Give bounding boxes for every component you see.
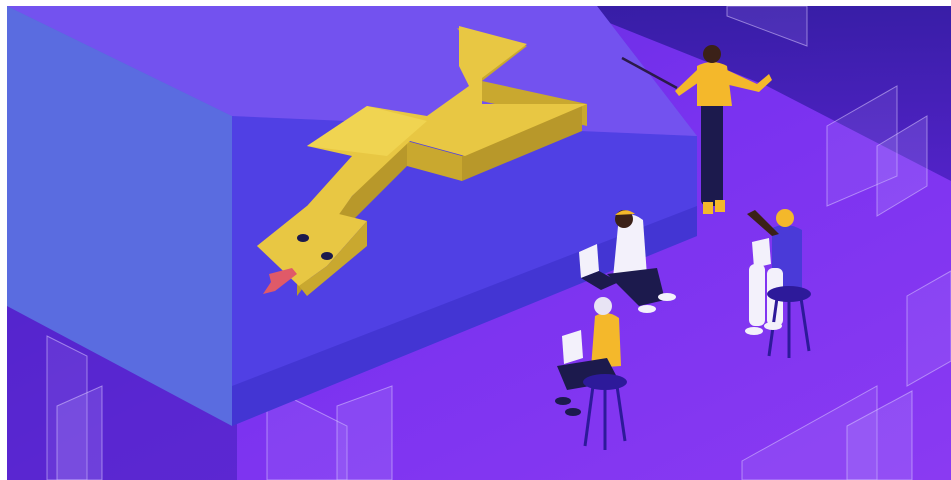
- screenshot-frame: [0, 0, 951, 480]
- laptop-icon: [562, 330, 583, 364]
- snake-eye-right: [321, 252, 333, 260]
- snake-eye-left: [297, 234, 309, 242]
- python-class-illustration: [7, 6, 951, 480]
- laptop-icon: [752, 238, 771, 268]
